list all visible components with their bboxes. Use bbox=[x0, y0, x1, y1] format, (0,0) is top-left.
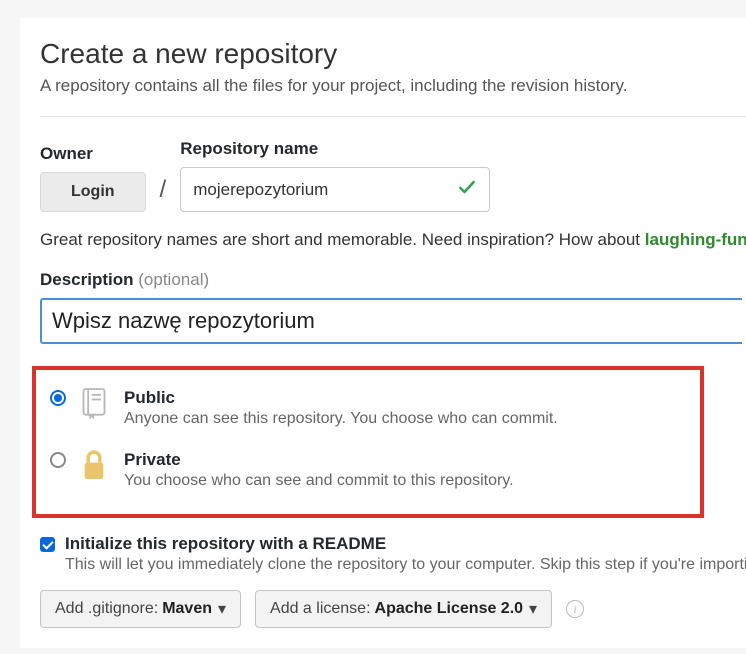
owner-label: Owner bbox=[40, 144, 146, 164]
readme-text: Initialize this repository with a README… bbox=[65, 534, 746, 574]
public-title: Public bbox=[124, 388, 558, 408]
description-label-text: Description bbox=[40, 270, 134, 289]
private-text: Private You choose who can see and commi… bbox=[124, 450, 514, 490]
caret-down-icon: ▾ bbox=[529, 599, 537, 619]
repo-name-value: mojerepozytorium bbox=[193, 180, 328, 200]
owner-repo-row: Owner Login / Repository name mojerepozy… bbox=[40, 139, 746, 212]
description-input[interactable] bbox=[40, 298, 742, 344]
readme-row[interactable]: Initialize this repository with a README… bbox=[40, 534, 746, 574]
check-icon bbox=[457, 177, 477, 202]
description-optional: (optional) bbox=[138, 270, 209, 289]
name-hint-text: Great repository names are short and mem… bbox=[40, 230, 645, 249]
gitignore-dropdown[interactable]: Add .gitignore: Maven ▾ bbox=[40, 590, 241, 628]
readme-checkbox[interactable] bbox=[40, 537, 55, 552]
description-label: Description (optional) bbox=[40, 270, 746, 290]
public-text: Public Anyone can see this repository. Y… bbox=[124, 388, 558, 428]
slash-separator: / bbox=[160, 176, 167, 212]
info-icon[interactable]: i bbox=[566, 600, 584, 618]
owner-field: Owner Login bbox=[40, 144, 146, 212]
name-hint: Great repository names are short and mem… bbox=[40, 230, 746, 250]
readme-sub: This will let you immediately clone the … bbox=[65, 556, 746, 574]
gitignore-value: Maven bbox=[162, 600, 212, 618]
repo-icon bbox=[80, 386, 110, 425]
private-sub: You choose who can see and commit to thi… bbox=[124, 472, 514, 490]
license-dropdown[interactable]: Add a license: Apache License 2.0 ▾ bbox=[255, 590, 552, 628]
radio-public[interactable] bbox=[50, 390, 66, 406]
visibility-group: Public Anyone can see this repository. Y… bbox=[32, 366, 704, 518]
private-title: Private bbox=[124, 450, 514, 470]
radio-private[interactable] bbox=[50, 452, 66, 468]
repo-name-field: Repository name mojerepozytorium bbox=[180, 139, 490, 212]
gitignore-prefix: Add .gitignore: bbox=[55, 600, 158, 618]
lock-icon bbox=[80, 448, 110, 487]
readme-title: Initialize this repository with a README bbox=[65, 534, 746, 554]
create-repo-card: Create a new repository A repository con… bbox=[20, 18, 746, 648]
caret-down-icon: ▾ bbox=[218, 599, 226, 619]
license-prefix: Add a license: bbox=[270, 600, 371, 618]
license-value: Apache License 2.0 bbox=[375, 600, 524, 618]
divider bbox=[40, 116, 746, 117]
visibility-private-option[interactable]: Private You choose who can see and commi… bbox=[50, 450, 682, 490]
repo-name-input[interactable]: mojerepozytorium bbox=[180, 167, 490, 212]
page-subtitle: A repository contains all the files for … bbox=[40, 76, 746, 96]
visibility-public-option[interactable]: Public Anyone can see this repository. Y… bbox=[50, 388, 682, 428]
suggested-name-link[interactable]: laughing-funicu bbox=[645, 230, 746, 249]
page-title: Create a new repository bbox=[40, 38, 746, 70]
public-sub: Anyone can see this repository. You choo… bbox=[124, 410, 558, 428]
owner-select[interactable]: Login bbox=[40, 172, 146, 212]
repo-name-label: Repository name bbox=[180, 139, 490, 159]
dropdown-row: Add .gitignore: Maven ▾ Add a license: A… bbox=[40, 590, 746, 628]
